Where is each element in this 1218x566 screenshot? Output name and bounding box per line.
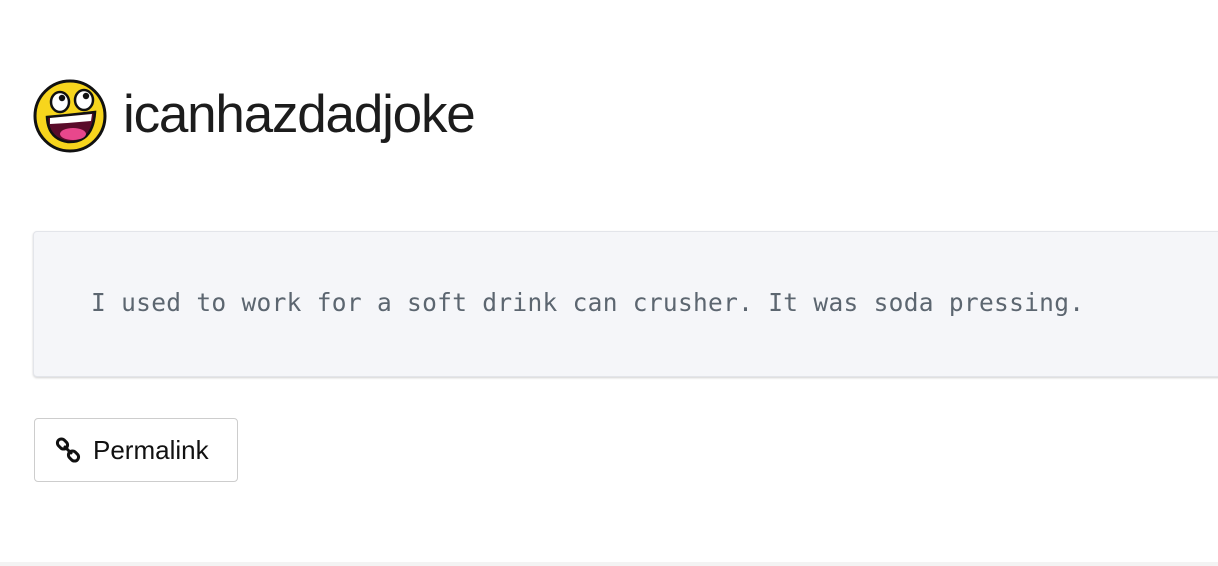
joke-card: I used to work for a soft drink can crus…	[33, 231, 1218, 377]
awesome-face-icon[interactable]	[33, 79, 107, 153]
permalink-button[interactable]: Permalink	[34, 418, 238, 482]
chain-link-icon	[55, 437, 81, 463]
permalink-label: Permalink	[93, 434, 209, 465]
site-title[interactable]: icanhazdadjoke	[123, 88, 476, 141]
footer-divider	[0, 562, 1218, 566]
site-header: icanhazdadjoke	[33, 78, 476, 154]
joke-text: I used to work for a soft drink can crus…	[91, 288, 1085, 317]
